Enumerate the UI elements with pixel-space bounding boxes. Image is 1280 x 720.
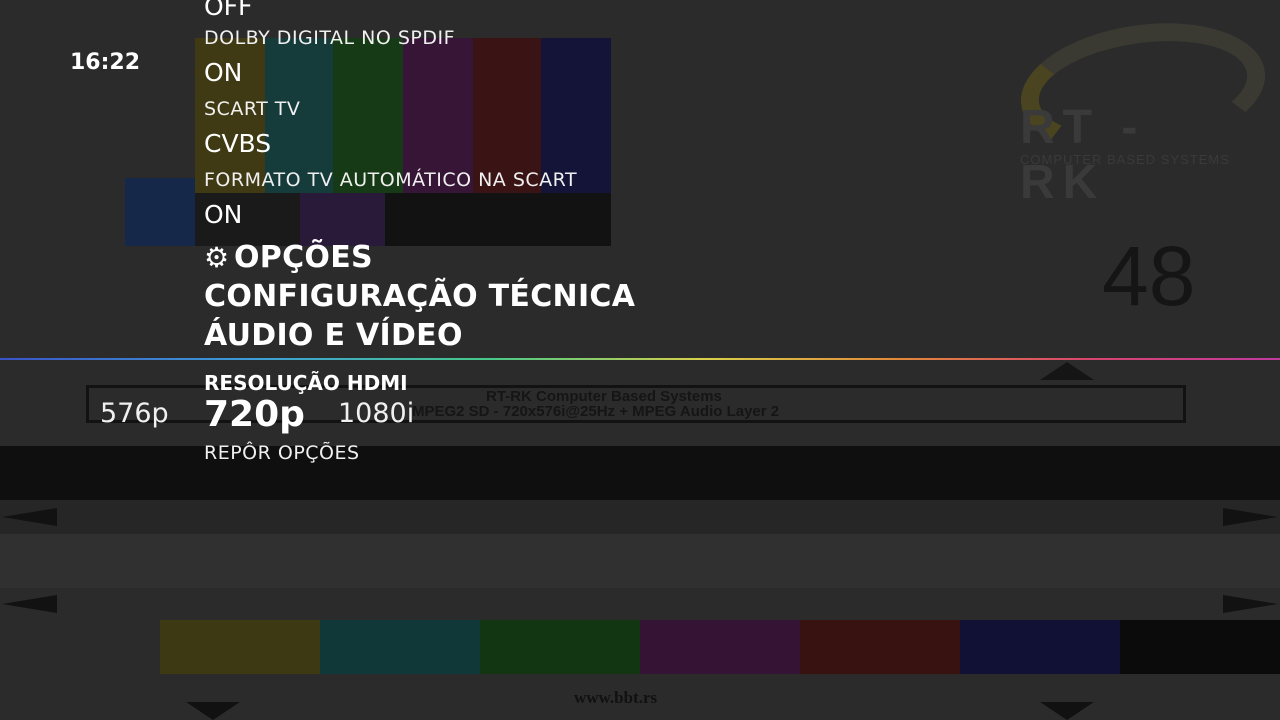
gray-band [0, 534, 1280, 588]
gray-band [0, 500, 1280, 534]
color-bar [640, 620, 800, 674]
color-bar [300, 193, 385, 246]
color-bar [480, 620, 640, 674]
arrow-right-icon [1223, 508, 1278, 526]
breadcrumb-item: CONFIGURAÇÃO TÉCNICA [204, 279, 636, 314]
menu-value[interactable]: ON [204, 58, 242, 87]
menu-label[interactable]: FORMATO TV AUTOMÁTICO NA SCART [204, 169, 577, 191]
option-720p-selected[interactable]: 720p [204, 394, 305, 435]
triangle-down-icon [1040, 702, 1094, 720]
menu-label-reset-options[interactable]: REPÔR OPÇÕES [204, 442, 360, 464]
color-bar [800, 620, 960, 674]
gear-icon: ⚙ [204, 241, 230, 274]
color-bar [160, 620, 320, 674]
arrow-right-icon [1223, 595, 1278, 613]
black-band [0, 446, 1280, 500]
option-1080i[interactable]: 1080i [338, 398, 414, 429]
menu-value[interactable]: OFF [204, 0, 252, 21]
breadcrumb-item: ÁUDIO E VÍDEO [204, 318, 463, 353]
color-bar [385, 193, 611, 246]
breadcrumb-options: ⚙ OPÇÕES [204, 240, 373, 275]
arrow-left-icon [2, 508, 57, 526]
menu-label[interactable]: DOLBY DIGITAL NO SPDIF [204, 27, 455, 49]
triangle-down-icon [186, 702, 240, 720]
color-bar [1120, 620, 1280, 674]
rtrk-logo: RT - RK COMPUTER BASED SYSTEMS [1012, 8, 1274, 209]
arrow-left-icon [2, 595, 57, 613]
color-bar [960, 620, 1120, 674]
menu-value[interactable]: ON [204, 200, 242, 229]
channel-number: 48 [1102, 229, 1196, 323]
color-bar [125, 178, 195, 246]
background-url: www.bbt.rs [574, 688, 658, 707]
menu-value[interactable]: CVBS [204, 129, 271, 158]
color-bar [320, 620, 480, 674]
test-card-background: RT - RK COMPUTER BASED SYSTEMS 48 RT-RK … [0, 0, 1280, 720]
clock: 16:22 [70, 50, 141, 75]
info-line-2: MPEG2 SD - 720x576i@25Hz + MPEG Audio La… [412, 403, 780, 420]
rainbow-divider [0, 358, 1280, 360]
breadcrumb-item: OPÇÕES [234, 240, 373, 275]
selected-setting-label: RESOLUÇÃO HDMI [204, 371, 408, 395]
option-576p[interactable]: 576p [100, 398, 169, 429]
triangle-up-icon [1040, 362, 1094, 380]
menu-label[interactable]: SCART TV [204, 98, 300, 120]
